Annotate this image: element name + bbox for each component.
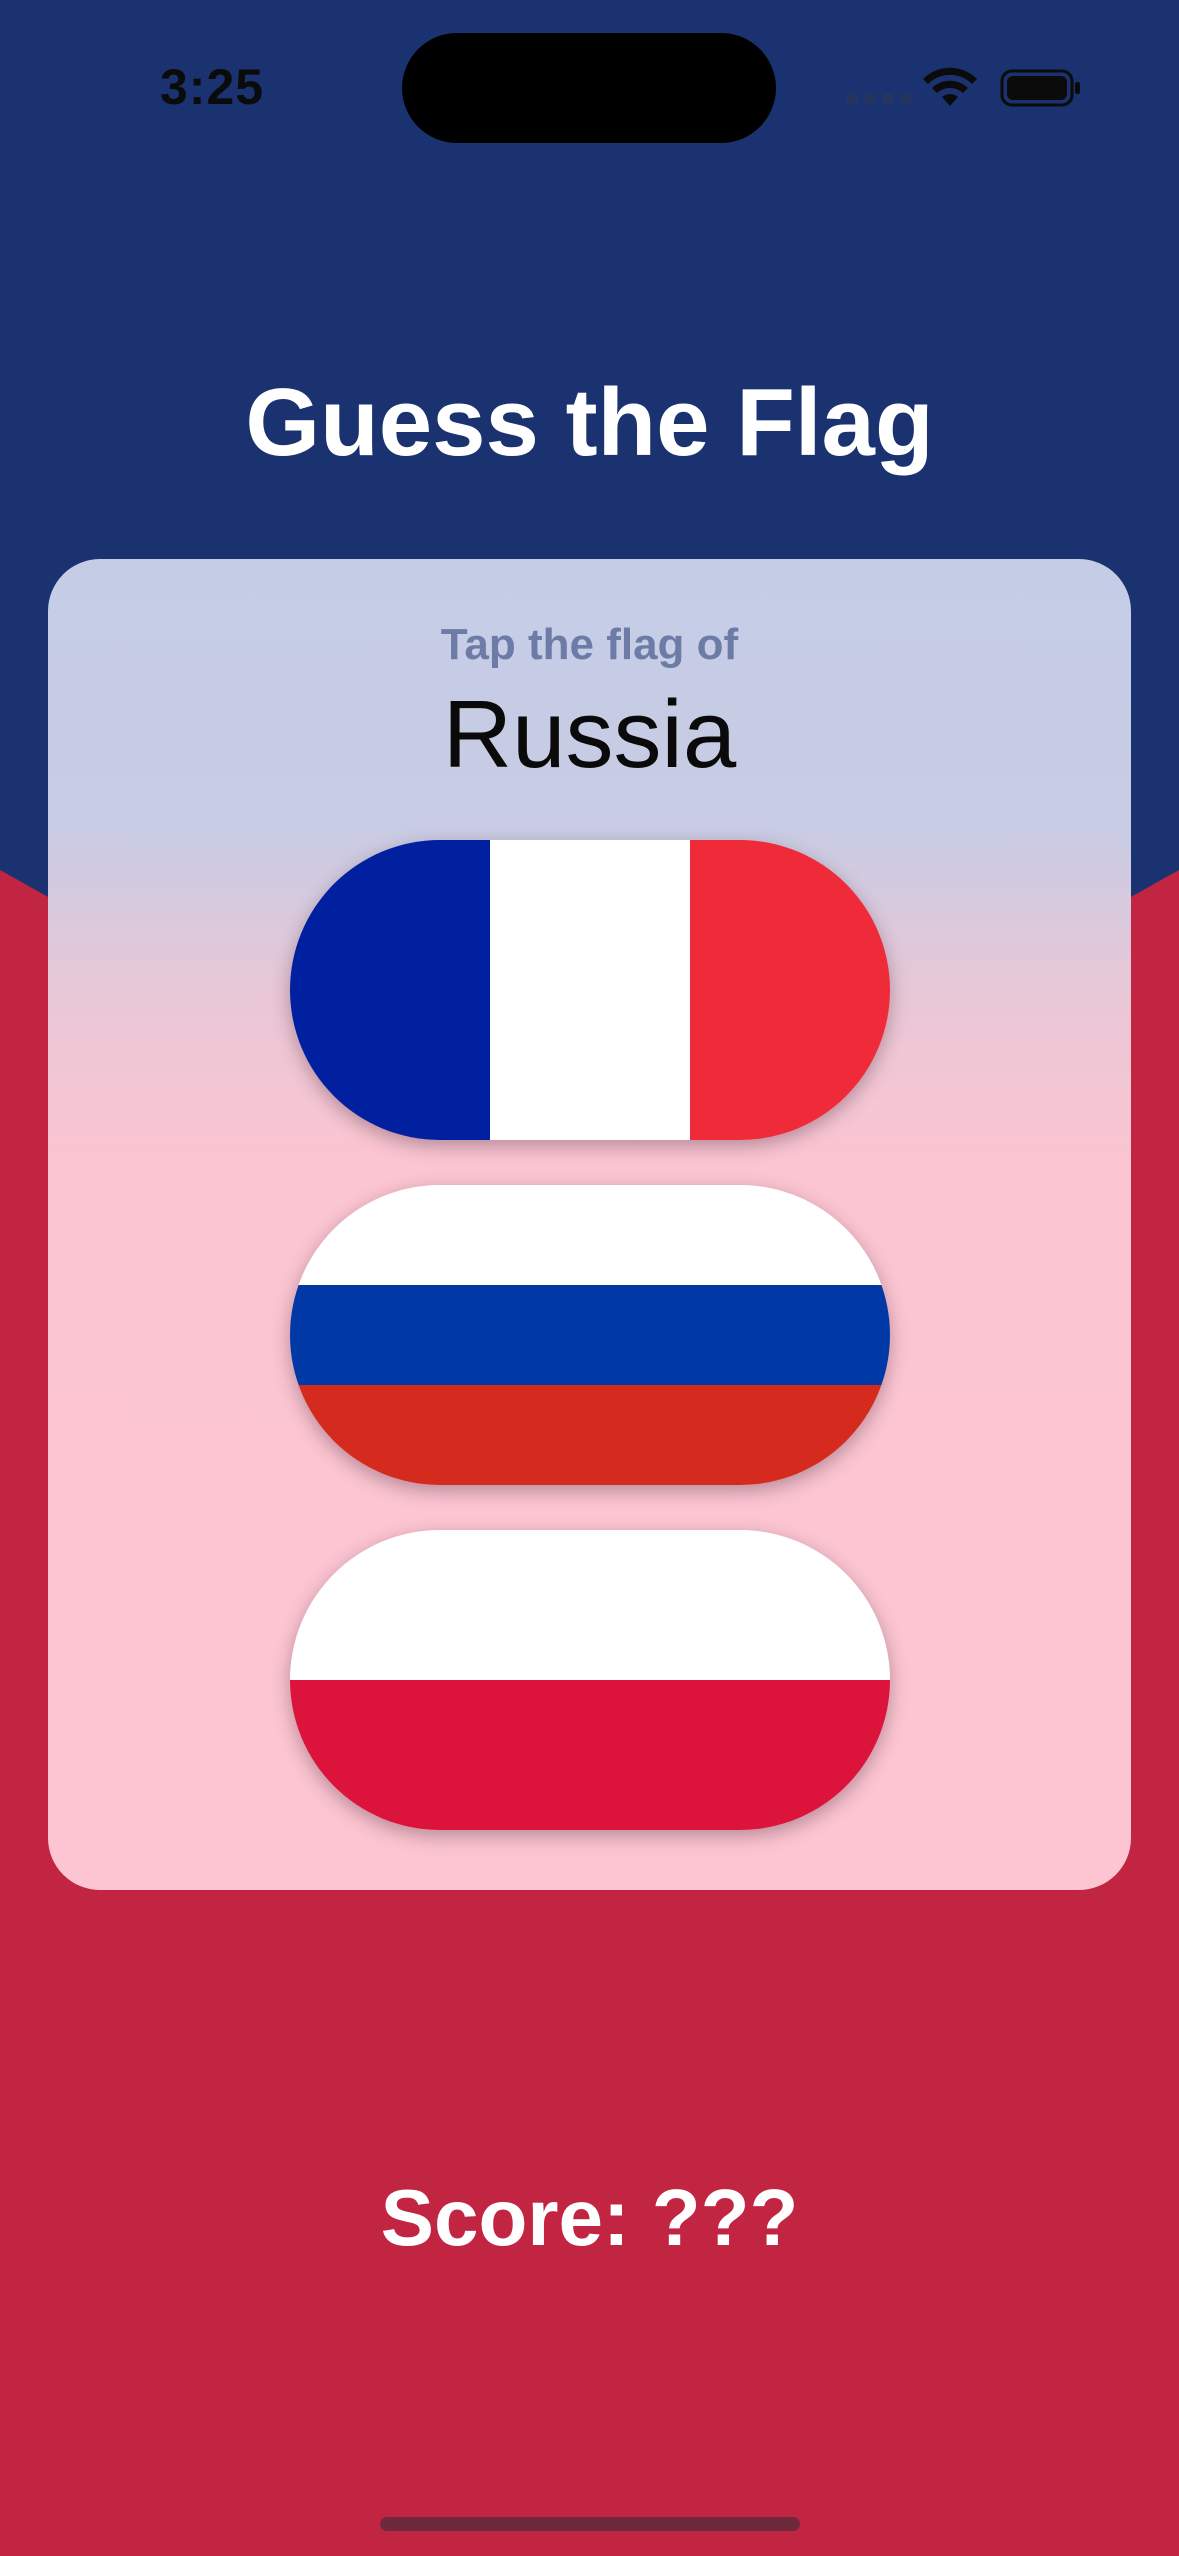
- flag-stripe: [490, 840, 690, 1140]
- home-indicator[interactable]: [380, 2517, 800, 2531]
- score-label: Score: ???: [380, 2173, 799, 2262]
- flag-button-russia[interactable]: [290, 1185, 890, 1485]
- battery-icon: [1000, 69, 1080, 107]
- flag-stripe: [290, 1530, 890, 1680]
- status-time: 3:25: [160, 59, 265, 115]
- flag-stripe: [290, 1185, 890, 1285]
- dynamic-island: [402, 33, 776, 143]
- flag-stripe: [290, 1680, 890, 1830]
- page-title: Guess the Flag: [245, 369, 934, 476]
- target-country: Russia: [442, 681, 737, 788]
- flag-button-france[interactable]: [290, 840, 890, 1140]
- flag-stripe: [290, 1385, 890, 1485]
- flag-button-poland[interactable]: [290, 1530, 890, 1830]
- signal-icon: [846, 93, 912, 105]
- flag-stripe: [290, 1285, 890, 1385]
- wifi-icon: [923, 67, 977, 106]
- card-subtitle: Tap the flag of: [440, 620, 739, 669]
